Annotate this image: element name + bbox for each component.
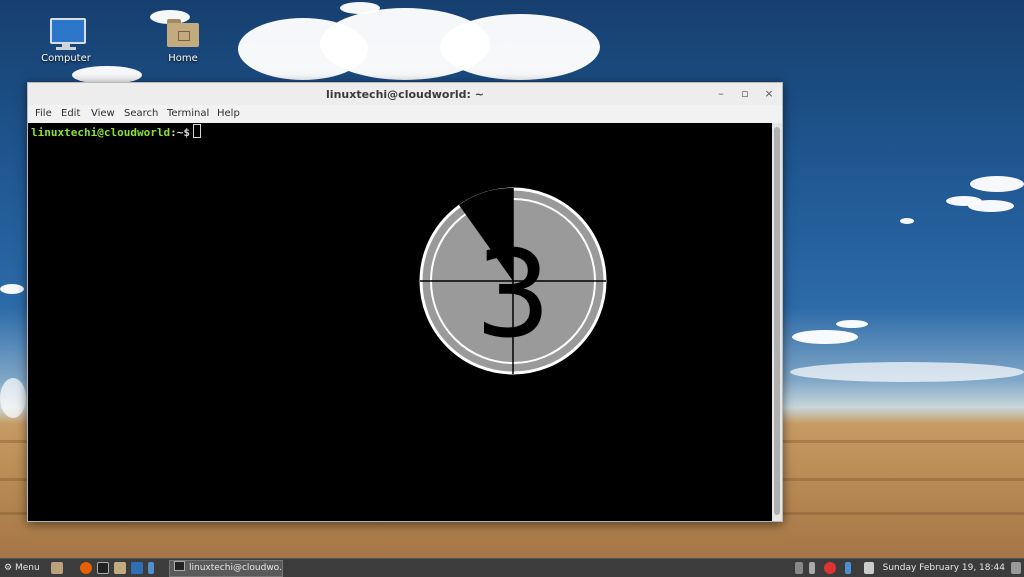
minimize-button[interactable]: –	[714, 87, 728, 101]
document-launcher-icon[interactable]	[131, 562, 143, 574]
cloud	[0, 284, 24, 294]
scrollbar-thumb[interactable]	[774, 127, 780, 515]
desktop-icon-home[interactable]: Home	[148, 16, 218, 64]
update-notification-icon[interactable]	[824, 562, 836, 574]
cloud	[836, 320, 868, 328]
text-cursor	[192, 124, 201, 138]
task-window-title: linuxtechi@cloudwo...	[189, 563, 283, 573]
app-launcher-icon[interactable]	[148, 562, 154, 574]
tray-app-icon[interactable]	[845, 562, 851, 574]
desktop-icon-label: Computer	[41, 53, 91, 64]
firefox-icon[interactable]	[80, 562, 92, 574]
menu-search[interactable]: Search	[124, 108, 158, 119]
bluetooth-icon[interactable]	[809, 562, 815, 574]
menu-help[interactable]: Help	[217, 108, 240, 119]
start-menu-label: Menu	[14, 563, 40, 573]
network-icon[interactable]	[795, 562, 803, 574]
countdown-digit: 3	[475, 226, 551, 365]
prompt-user-host: linuxtechi@cloudworld	[31, 126, 171, 139]
cloud	[340, 2, 380, 14]
cloud	[792, 330, 858, 344]
terminal-area[interactable]: linuxtechi@cloudworld:~$ 3	[28, 123, 772, 521]
cloud	[0, 378, 26, 418]
menubar: File Edit View Search Terminal Help	[28, 105, 782, 123]
menu-gear-icon: ⚙	[4, 563, 13, 573]
taskbar-window-terminal[interactable]: linuxtechi@cloudwo...	[169, 560, 283, 577]
taskbar-clock[interactable]: Sunday February 19, 18:44	[883, 561, 1005, 575]
maximize-button[interactable]: ▫	[738, 87, 752, 101]
menu-file[interactable]: File	[35, 108, 52, 119]
shell-prompt: linuxtechi@cloudworld:~$	[31, 124, 201, 139]
prompt-path: :~$	[170, 126, 190, 139]
start-menu-button[interactable]: ⚙ Menu	[4, 561, 40, 575]
window-titlebar[interactable]: linuxtechi@cloudworld: ~ – ▫ ×	[28, 83, 782, 105]
volume-icon[interactable]	[864, 562, 874, 574]
terminal-window-icon	[174, 561, 185, 571]
terminal-scrollbar[interactable]	[772, 123, 782, 521]
show-desktop-icon[interactable]	[51, 562, 63, 574]
close-button[interactable]: ×	[762, 87, 776, 101]
menu-edit[interactable]: Edit	[61, 108, 80, 119]
files-launcher-icon[interactable]	[114, 562, 126, 574]
home-folder-icon	[165, 16, 201, 50]
terminal-window[interactable]: linuxtechi@cloudworld: ~ – ▫ × File Edit…	[27, 82, 783, 522]
taskbar: ⚙ Menu linuxtechi@cloudwo... Sunday Febr…	[0, 558, 1024, 577]
cloud	[968, 200, 1014, 212]
menu-terminal[interactable]: Terminal	[167, 108, 209, 119]
menu-view[interactable]: View	[91, 108, 115, 119]
desktop-icon-label: Home	[168, 53, 198, 64]
countdown-leader-graphic: 3	[419, 187, 607, 375]
cloud	[900, 218, 914, 224]
desktop-icon-computer[interactable]: Computer	[31, 16, 101, 64]
cloud	[440, 14, 600, 80]
terminal-launcher-icon[interactable]	[97, 562, 109, 574]
computer-icon	[48, 16, 86, 50]
cloud	[970, 176, 1024, 192]
workspace-switcher-icon[interactable]	[1011, 562, 1021, 574]
cloud	[790, 362, 1024, 382]
window-title: linuxtechi@cloudworld: ~	[326, 88, 484, 101]
